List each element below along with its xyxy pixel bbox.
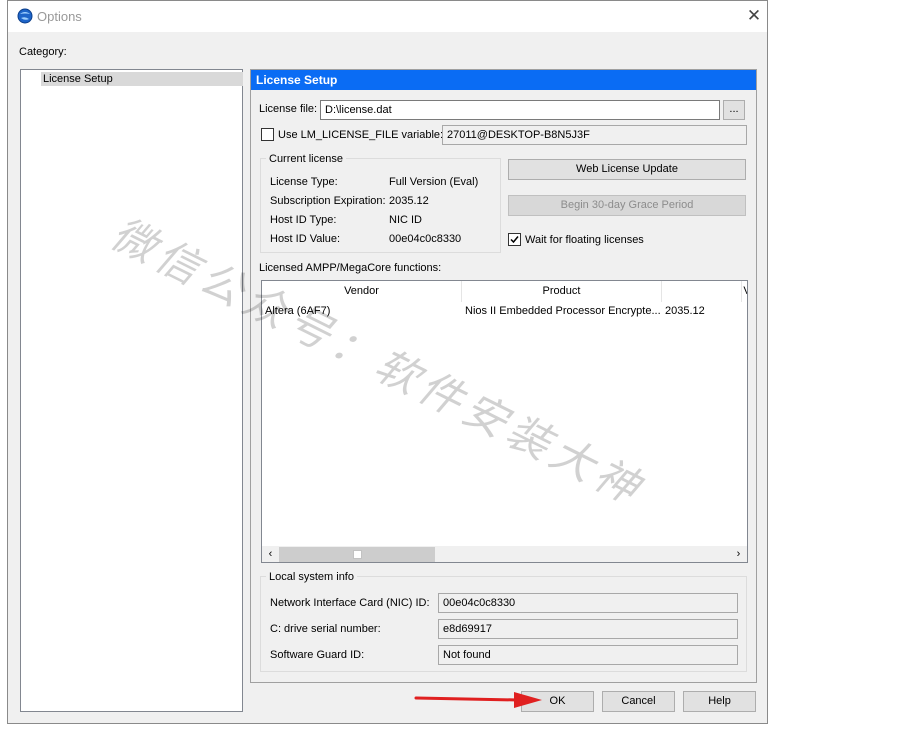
license-setup-panel: License Setup License file: D:\license.d…	[250, 69, 757, 683]
local-system-info-group: Local system info Network Interface Card…	[260, 571, 747, 672]
license-file-label: License file:	[259, 103, 318, 115]
table-cell-product: Nios II Embedded Processor Encrypte...	[465, 305, 661, 317]
host-id-value-value: 00e04c0c8330	[389, 233, 462, 245]
license-file-input[interactable]: D:\license.dat	[320, 100, 720, 120]
globe-icon	[17, 8, 33, 24]
category-tree[interactable]: License Setup	[20, 69, 243, 712]
cancel-button[interactable]: Cancel	[602, 691, 675, 712]
current-license-title: Current license	[266, 153, 346, 165]
drive-serial-label: C: drive serial number:	[270, 623, 381, 635]
subscription-expiration-label: Subscription Expiration:	[270, 195, 386, 207]
help-button[interactable]: Help	[683, 691, 756, 712]
chevron-left-icon[interactable]: ‹	[262, 546, 279, 562]
title-bar: Options ✕	[8, 1, 767, 32]
license-type-value: Full Version (Eval)	[389, 176, 479, 188]
column-header-product[interactable]: Product	[462, 281, 662, 302]
use-lm-label: Use LM_LICENSE_FILE variable:	[278, 129, 444, 141]
grace-period-button[interactable]: Begin 30-day Grace Period	[508, 195, 746, 216]
use-lm-checkbox[interactable]	[261, 128, 274, 141]
close-icon[interactable]: ✕	[743, 5, 765, 27]
horizontal-scrollbar[interactable]: ‹ ›	[262, 546, 747, 562]
red-arrow-icon	[414, 692, 542, 708]
subscription-expiration-value: 2035.12	[389, 195, 429, 207]
browse-button[interactable]: ...	[723, 100, 745, 120]
nic-id-label: Network Interface Card (NIC) ID:	[270, 597, 430, 609]
column-header-extra[interactable]: V	[742, 281, 747, 302]
wait-floating-label: Wait for floating licenses	[525, 234, 644, 246]
category-label: Category:	[19, 46, 67, 58]
table-cell-version: 2035.12	[665, 305, 705, 317]
host-id-type-label: Host ID Type:	[270, 214, 337, 226]
scrollbar-grip	[353, 550, 362, 559]
license-type-label: License Type:	[270, 176, 338, 188]
panel-header: License Setup	[251, 70, 756, 90]
scrollbar-thumb[interactable]	[279, 547, 435, 562]
checkmark-icon	[510, 236, 519, 244]
web-license-update-button[interactable]: Web License Update	[508, 159, 746, 180]
drive-serial-field[interactable]: e8d69917	[438, 619, 738, 639]
use-lm-field[interactable]: 27011@DESKTOP-B8N5J3F	[442, 125, 747, 145]
host-id-value-label: Host ID Value:	[270, 233, 341, 245]
tree-item-license-setup[interactable]: License Setup	[41, 72, 243, 86]
host-id-type-value: NIC ID	[389, 214, 422, 226]
nic-id-field[interactable]: 00e04c0c8330	[438, 593, 738, 613]
functions-label: Licensed AMPP/MegaCore functions:	[259, 262, 442, 274]
software-guard-label: Software Guard ID:	[270, 649, 365, 661]
chevron-right-icon[interactable]: ›	[730, 546, 747, 562]
wait-floating-checkbox[interactable]	[508, 233, 521, 246]
current-license-group: Current license License Type: Full Versi…	[260, 153, 501, 253]
local-system-info-title: Local system info	[266, 571, 357, 583]
software-guard-field[interactable]: Not found	[438, 645, 738, 665]
column-header-version[interactable]	[662, 281, 742, 302]
window-title: Options	[37, 9, 82, 24]
